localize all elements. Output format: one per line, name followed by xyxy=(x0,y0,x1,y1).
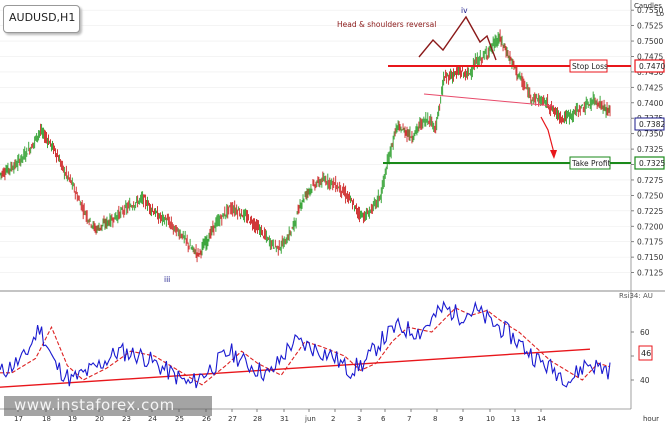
oscillator-pane-bg xyxy=(0,291,631,409)
wave-label-top: iv xyxy=(461,6,468,15)
x-tick-label: 7 xyxy=(407,415,411,423)
x-tick-label: 10 xyxy=(486,415,495,423)
y-axis-ticks: 0.75500.75250.75000.74750.74500.74250.74… xyxy=(631,6,663,278)
x-tick-label: jun xyxy=(304,415,316,423)
take-profit-tag: Take Profit xyxy=(569,156,611,170)
y-tick-label: 0.7150 xyxy=(637,253,663,262)
x-tick-label: 28 xyxy=(253,415,262,423)
current-price: 0.7382 xyxy=(639,120,665,129)
x-tick-label: 23 xyxy=(122,415,131,423)
rsi-tick-label: 40 xyxy=(640,376,650,385)
take-profit-label: Take Profit xyxy=(571,159,611,168)
pattern-label: Head & shoulders reversal xyxy=(337,20,436,29)
price-axis-sub: Lo xyxy=(656,10,664,18)
x-tick-label: 26 xyxy=(202,415,211,423)
x-tick-label: 9 xyxy=(459,415,463,423)
take-profit-price: 0.7325 xyxy=(639,159,665,168)
chart-window: 0.75500.75250.75000.74750.74500.74250.74… xyxy=(0,0,665,424)
y-tick-label: 0.7175 xyxy=(637,238,663,247)
y-tick-label: 0.7400 xyxy=(637,99,663,108)
y-tick-label: 0.7250 xyxy=(637,191,663,200)
y-tick-label: 0.7525 xyxy=(637,22,663,31)
x-tick-label: 27 xyxy=(228,415,237,423)
y-tick-label: 0.7350 xyxy=(637,130,663,139)
price-chart: 0.75500.75250.75000.74750.74500.74250.74… xyxy=(0,0,665,423)
take-profit-price-tag: 0.7325 xyxy=(634,156,665,170)
x-tick-label: 18 xyxy=(42,415,51,423)
rsi-current-value: 46 xyxy=(641,349,651,358)
y-tick-label: 0.7225 xyxy=(637,207,663,216)
x-tick-label: 19 xyxy=(68,415,77,423)
x-tick-label: 14 xyxy=(537,415,546,423)
x-tick-label: 25 xyxy=(175,415,184,423)
y-tick-label: 0.7425 xyxy=(637,83,663,92)
stop-loss-price: 0.7470 xyxy=(639,62,665,71)
y-tick-label: 0.7275 xyxy=(637,176,663,185)
x-tick-label: 13 xyxy=(511,415,520,423)
stop-loss-tag: Stop Loss xyxy=(569,59,608,73)
x-tick-label: 8 xyxy=(433,415,437,423)
stop-loss-price-tag: 0.7470 xyxy=(634,59,665,73)
price-axis-title: Candles xyxy=(634,2,662,10)
stop-loss-label: Stop Loss xyxy=(572,62,608,71)
x-tick-label: 3 xyxy=(357,415,361,423)
x-tick-label: 20 xyxy=(95,415,104,423)
main-pane-bg xyxy=(0,0,631,291)
x-tick-label: 6 xyxy=(381,415,386,423)
symbol-label: AUDUSD,H1 xyxy=(9,11,76,24)
rsi-tick-label: 60 xyxy=(640,328,650,337)
y-tick-label: 0.7500 xyxy=(637,37,663,46)
watermark-text: www.instaforex.com xyxy=(14,396,175,414)
time-unit-label: hour xyxy=(643,415,659,423)
y-tick-label: 0.7325 xyxy=(637,145,663,154)
x-tick-label: 17 xyxy=(14,415,23,423)
rsi-value-tag: 46 xyxy=(638,345,653,361)
y-tick-label: 0.7125 xyxy=(637,269,663,278)
rsi-label: Rsi34: AU xyxy=(619,292,653,300)
y-tick-label: 0.7200 xyxy=(637,222,663,231)
x-tick-label: 31 xyxy=(280,415,289,423)
x-tick-label: 2 xyxy=(331,415,335,423)
current-price-tag: 0.7382 xyxy=(634,117,665,131)
wave-label-bottom: iii xyxy=(164,275,170,284)
x-tick-label: 24 xyxy=(148,415,157,423)
